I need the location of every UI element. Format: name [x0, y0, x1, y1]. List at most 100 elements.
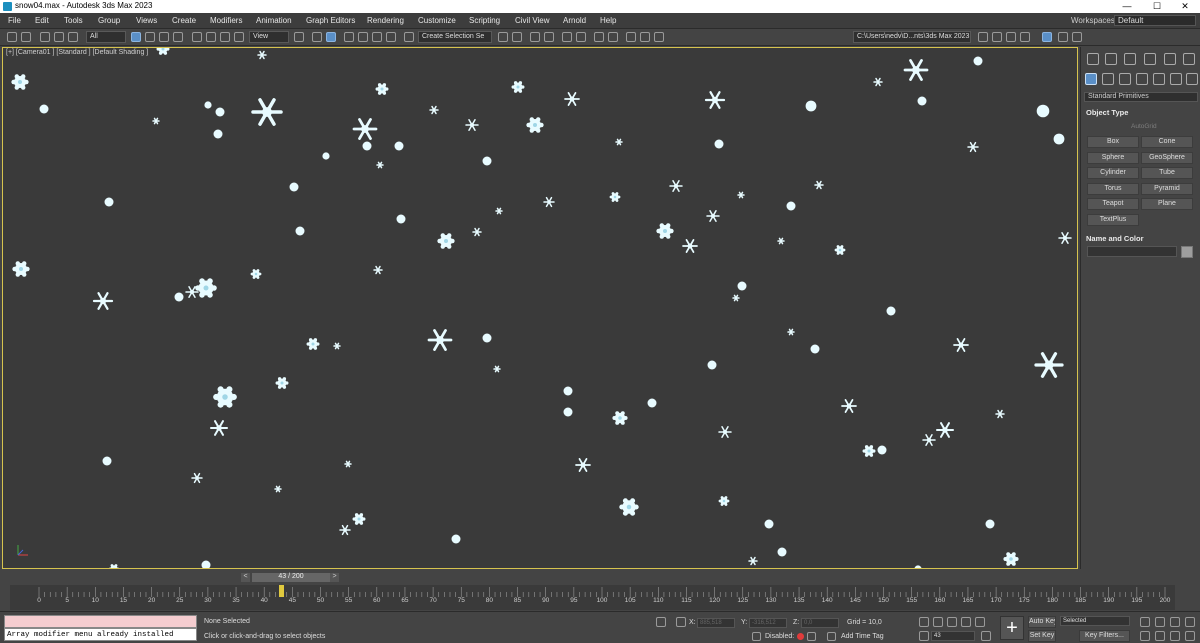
snowflake[interactable]	[704, 91, 726, 109]
menu-modifiers[interactable]: Modifiers	[210, 16, 242, 25]
snowflake[interactable]	[737, 281, 747, 291]
snowflake[interactable]	[437, 233, 455, 249]
snowflake[interactable]	[191, 472, 203, 484]
snowflake[interactable]	[322, 152, 330, 160]
schematic-view-icon[interactable]	[594, 32, 604, 42]
snowflake[interactable]	[204, 101, 212, 109]
snowflake[interactable]	[274, 485, 282, 493]
x-coordinate-field[interactable]: 885,518	[697, 618, 735, 628]
go-to-start-icon[interactable]	[919, 617, 929, 627]
stop-icon[interactable]	[807, 632, 816, 641]
bind-space-warp-icon[interactable]	[68, 32, 78, 42]
scene-explorer-icon[interactable]	[530, 32, 540, 42]
mirror-icon[interactable]	[498, 32, 508, 42]
snowflake[interactable]	[11, 74, 29, 90]
reference-coord-select[interactable]: View	[249, 31, 289, 43]
snowflake[interactable]	[465, 119, 479, 131]
snowflake[interactable]	[903, 59, 929, 81]
snowflake[interactable]	[787, 328, 795, 336]
previous-frame-icon[interactable]	[933, 617, 943, 627]
snowflake[interactable]	[669, 180, 683, 192]
edit-named-selection-icon[interactable]	[404, 32, 414, 42]
display-tab-icon[interactable]	[1164, 53, 1176, 65]
y-coordinate-field[interactable]: -316,512	[749, 618, 787, 628]
object-color-swatch[interactable]	[1181, 246, 1193, 258]
menu-scripting[interactable]: Scripting	[469, 16, 500, 25]
spinner-snap-icon[interactable]	[386, 32, 396, 42]
menu-arnold[interactable]: Arnold	[563, 16, 586, 25]
adaptive-degradation-icon[interactable]	[752, 632, 761, 641]
add-time-tag-button[interactable]: Add Time Tag	[841, 633, 884, 640]
pyramid-button[interactable]: Pyramid	[1141, 183, 1193, 195]
sync-icon[interactable]	[1072, 32, 1082, 42]
snowflake[interactable]	[707, 360, 717, 370]
key-mode-select[interactable]: Selected	[1060, 616, 1130, 626]
menu-file[interactable]: File	[8, 16, 21, 25]
snaps-toggle-icon[interactable]	[344, 32, 354, 42]
maxscript-listener-input[interactable]	[4, 615, 197, 628]
textplus-button[interactable]: TextPlus	[1087, 214, 1139, 226]
snowflake[interactable]	[493, 365, 501, 373]
z-coordinate-field[interactable]: 0,0	[801, 618, 839, 628]
isolate-selection-icon[interactable]	[656, 617, 666, 627]
snowflake[interactable]	[612, 411, 628, 425]
play-icon[interactable]	[947, 617, 957, 627]
geometry-icon[interactable]	[1085, 73, 1097, 85]
ribbon-icon[interactable]	[562, 32, 572, 42]
snowflake[interactable]	[714, 139, 724, 149]
snowflake[interactable]	[914, 565, 922, 569]
menu-animation[interactable]: Animation	[256, 16, 292, 25]
motion-tab-icon[interactable]	[1144, 53, 1156, 65]
menu-graph-editors[interactable]: Graph Editors	[306, 16, 355, 25]
zoom-extents-icon[interactable]	[1140, 617, 1150, 627]
user-account-icon[interactable]	[1058, 32, 1068, 42]
select-by-name-icon[interactable]	[145, 32, 155, 42]
snowflake[interactable]	[344, 460, 352, 468]
pivot-center-icon[interactable]	[294, 32, 304, 42]
unlink-icon[interactable]	[54, 32, 64, 42]
snowflake[interactable]	[917, 96, 927, 106]
snowflake[interactable]	[834, 245, 846, 255]
systems-icon[interactable]	[1186, 73, 1198, 85]
snowflake[interactable]	[1053, 133, 1065, 145]
go-to-end-icon[interactable]	[975, 617, 985, 627]
toggle-command-panel-icon[interactable]	[1042, 32, 1052, 42]
workspace-select[interactable]: Default	[1114, 15, 1196, 26]
rotate-icon[interactable]	[206, 32, 216, 42]
snowflake[interactable]	[352, 118, 378, 140]
maximize-button[interactable]: ☐	[1142, 0, 1172, 13]
snowflake[interactable]	[213, 129, 223, 139]
selection-filter-select[interactable]: All	[86, 31, 126, 43]
snowflake[interactable]	[682, 239, 698, 253]
modify-tab-icon[interactable]	[1105, 53, 1117, 65]
select-manipulate-icon[interactable]	[312, 32, 322, 42]
time-tag-icon[interactable]	[827, 632, 836, 641]
snowflake[interactable]	[250, 269, 262, 279]
snowflake[interactable]	[375, 83, 389, 95]
snowflake[interactable]	[339, 524, 351, 536]
snowflake[interactable]	[718, 426, 732, 438]
snowflake[interactable]	[526, 117, 544, 133]
snowflake[interactable]	[394, 141, 404, 151]
snowflake[interactable]	[563, 407, 573, 417]
object-name-input[interactable]	[1087, 246, 1177, 257]
snowflake[interactable]	[210, 420, 228, 436]
dolly-icon[interactable]	[1185, 631, 1195, 641]
snowflake[interactable]	[564, 92, 580, 106]
menu-customize[interactable]: Customize	[418, 16, 456, 25]
snowflake[interactable]	[373, 265, 383, 275]
snowflake[interactable]	[482, 333, 492, 343]
snowflake[interactable]	[472, 227, 482, 237]
snowflake[interactable]	[482, 156, 492, 166]
snowflake[interactable]	[873, 77, 883, 87]
redo-icon[interactable]	[21, 32, 31, 42]
menu-rendering[interactable]: Rendering	[367, 16, 404, 25]
snowflake[interactable]	[429, 105, 439, 115]
snowflake[interactable]	[814, 180, 824, 190]
snowflake[interactable]	[810, 344, 820, 354]
snowflake[interactable]	[152, 117, 160, 125]
hierarchy-tab-icon[interactable]	[1124, 53, 1136, 65]
snowflake[interactable]	[953, 338, 969, 352]
snowflake[interactable]	[109, 564, 120, 569]
snowflake[interactable]	[1036, 104, 1050, 118]
